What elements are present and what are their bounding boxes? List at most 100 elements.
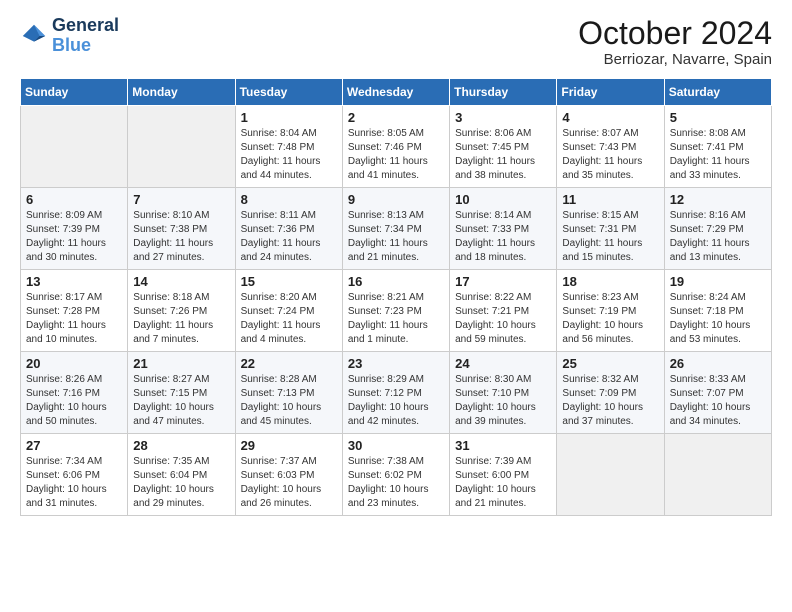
header: General Blue October 2024 Berriozar, Nav… (20, 16, 772, 68)
calendar-cell: 20 Sunrise: 8:26 AM Sunset: 7:16 PM Dayli… (21, 352, 128, 434)
logo-text: General Blue (52, 16, 119, 56)
calendar-cell: 19 Sunrise: 8:24 AM Sunset: 7:18 PM Dayli… (664, 270, 771, 352)
day-info: Sunrise: 7:39 AM Sunset: 6:00 PM Dayligh… (455, 455, 551, 511)
calendar-cell: 16 Sunrise: 8:21 AM Sunset: 7:23 PM Dayli… (342, 270, 449, 352)
day-info: Sunrise: 8:10 AM Sunset: 7:38 PM Dayligh… (133, 209, 229, 265)
day-info: Sunrise: 8:24 AM Sunset: 7:18 PM Dayligh… (670, 291, 766, 347)
calendar-cell: 21Sunrise: 8:27 AM Sunset: 7:15 PM Dayli… (128, 352, 235, 434)
day-number: 29 (241, 438, 337, 453)
calendar-table: SundayMondayTuesdayWednesdayThursdayFrid… (20, 78, 772, 516)
logo-line1: General (52, 16, 119, 36)
day-info: Sunrise: 7:37 AM Sunset: 6:03 PM Dayligh… (241, 455, 337, 511)
day-number: 17 (455, 274, 551, 289)
day-info: Sunrise: 8:20 AM Sunset: 7:24 PM Dayligh… (241, 291, 337, 347)
day-number: 5 (670, 110, 766, 125)
calendar-row-0: 1 Sunrise: 8:04 AM Sunset: 7:48 PM Daylig… (21, 106, 772, 188)
calendar-cell: 14 Sunrise: 8:18 AM Sunset: 7:26 PM Dayli… (128, 270, 235, 352)
day-info: Sunrise: 8:22 AM Sunset: 7:21 PM Dayligh… (455, 291, 551, 347)
header-cell-friday: Friday (557, 79, 664, 106)
day-info: Sunrise: 8:28 AM Sunset: 7:13 PM Dayligh… (241, 373, 337, 429)
day-number: 16 (348, 274, 444, 289)
calendar-cell: 2Sunrise: 8:05 AM Sunset: 7:46 PM Daylig… (342, 106, 449, 188)
calendar-cell: 12 Sunrise: 8:16 AM Sunset: 7:29 PM Dayli… (664, 188, 771, 270)
day-number: 18 (562, 274, 658, 289)
calendar-row-4: 27Sunrise: 7:34 AM Sunset: 6:06 PM Dayli… (21, 434, 772, 516)
day-info: Sunrise: 8:32 AM Sunset: 7:09 PM Dayligh… (562, 373, 658, 429)
day-info: Sunrise: 8:16 AM Sunset: 7:29 PM Dayligh… (670, 209, 766, 265)
calendar-cell: 31 Sunrise: 7:39 AM Sunset: 6:00 PM Dayli… (450, 434, 557, 516)
calendar-cell (21, 106, 128, 188)
day-number: 21 (133, 356, 229, 371)
day-info: Sunrise: 8:04 AM Sunset: 7:48 PM Dayligh… (241, 127, 337, 183)
day-info: Sunrise: 8:13 AM Sunset: 7:34 PM Dayligh… (348, 209, 444, 265)
day-number: 19 (670, 274, 766, 289)
day-info: Sunrise: 8:05 AM Sunset: 7:46 PM Dayligh… (348, 127, 444, 183)
calendar-cell: 6 Sunrise: 8:09 AM Sunset: 7:39 PM Daylig… (21, 188, 128, 270)
calendar-cell: 30Sunrise: 7:38 AM Sunset: 6:02 PM Dayli… (342, 434, 449, 516)
calendar-cell: 25 Sunrise: 8:32 AM Sunset: 7:09 PM Dayli… (557, 352, 664, 434)
calendar-cell: 11 Sunrise: 8:15 AM Sunset: 7:31 PM Dayli… (557, 188, 664, 270)
calendar-cell (557, 434, 664, 516)
header-row: SundayMondayTuesdayWednesdayThursdayFrid… (21, 79, 772, 106)
day-number: 15 (241, 274, 337, 289)
day-number: 28 (133, 438, 229, 453)
day-number: 14 (133, 274, 229, 289)
day-info: Sunrise: 8:23 AM Sunset: 7:19 PM Dayligh… (562, 291, 658, 347)
day-number: 12 (670, 192, 766, 207)
header-cell-thursday: Thursday (450, 79, 557, 106)
day-number: 7 (133, 192, 229, 207)
calendar-cell: 17 Sunrise: 8:22 AM Sunset: 7:21 PM Dayli… (450, 270, 557, 352)
calendar-cell: 15 Sunrise: 8:20 AM Sunset: 7:24 PM Dayli… (235, 270, 342, 352)
day-number: 1 (241, 110, 337, 125)
calendar-row-1: 6 Sunrise: 8:09 AM Sunset: 7:39 PM Daylig… (21, 188, 772, 270)
logo-icon (20, 22, 48, 50)
header-cell-sunday: Sunday (21, 79, 128, 106)
calendar-body: 1 Sunrise: 8:04 AM Sunset: 7:48 PM Daylig… (21, 106, 772, 516)
day-info: Sunrise: 8:09 AM Sunset: 7:39 PM Dayligh… (26, 209, 122, 265)
day-number: 20 (26, 356, 122, 371)
day-number: 23 (348, 356, 444, 371)
day-number: 30 (348, 438, 444, 453)
day-info: Sunrise: 8:08 AM Sunset: 7:41 PM Dayligh… (670, 127, 766, 183)
day-number: 13 (26, 274, 122, 289)
day-info: Sunrise: 8:07 AM Sunset: 7:43 PM Dayligh… (562, 127, 658, 183)
day-number: 8 (241, 192, 337, 207)
day-info: Sunrise: 8:15 AM Sunset: 7:31 PM Dayligh… (562, 209, 658, 265)
day-info: Sunrise: 8:18 AM Sunset: 7:26 PM Dayligh… (133, 291, 229, 347)
day-info: Sunrise: 8:30 AM Sunset: 7:10 PM Dayligh… (455, 373, 551, 429)
header-cell-wednesday: Wednesday (342, 79, 449, 106)
day-info: Sunrise: 8:33 AM Sunset: 7:07 PM Dayligh… (670, 373, 766, 429)
day-info: Sunrise: 8:21 AM Sunset: 7:23 PM Dayligh… (348, 291, 444, 347)
day-number: 22 (241, 356, 337, 371)
header-cell-saturday: Saturday (664, 79, 771, 106)
calendar-cell: 26Sunrise: 8:33 AM Sunset: 7:07 PM Dayli… (664, 352, 771, 434)
day-info: Sunrise: 8:29 AM Sunset: 7:12 PM Dayligh… (348, 373, 444, 429)
calendar-cell: 9Sunrise: 8:13 AM Sunset: 7:34 PM Daylig… (342, 188, 449, 270)
calendar-cell (664, 434, 771, 516)
header-cell-monday: Monday (128, 79, 235, 106)
calendar-cell: 13 Sunrise: 8:17 AM Sunset: 7:28 PM Dayli… (21, 270, 128, 352)
day-info: Sunrise: 8:17 AM Sunset: 7:28 PM Dayligh… (26, 291, 122, 347)
day-info: Sunrise: 8:26 AM Sunset: 7:16 PM Dayligh… (26, 373, 122, 429)
calendar-cell (128, 106, 235, 188)
day-info: Sunrise: 8:11 AM Sunset: 7:36 PM Dayligh… (241, 209, 337, 265)
calendar-header: SundayMondayTuesdayWednesdayThursdayFrid… (21, 79, 772, 106)
calendar-row-2: 13 Sunrise: 8:17 AM Sunset: 7:28 PM Dayli… (21, 270, 772, 352)
day-info: Sunrise: 7:34 AM Sunset: 6:06 PM Dayligh… (26, 455, 122, 511)
title-section: October 2024 Berriozar, Navarre, Spain (578, 16, 772, 68)
calendar-cell: 1 Sunrise: 8:04 AM Sunset: 7:48 PM Daylig… (235, 106, 342, 188)
calendar-cell: 4 Sunrise: 8:07 AM Sunset: 7:43 PM Daylig… (557, 106, 664, 188)
page: General Blue October 2024 Berriozar, Nav… (0, 0, 792, 612)
day-number: 11 (562, 192, 658, 207)
header-cell-tuesday: Tuesday (235, 79, 342, 106)
main-title: October 2024 (578, 16, 772, 51)
day-number: 4 (562, 110, 658, 125)
day-number: 6 (26, 192, 122, 207)
day-number: 31 (455, 438, 551, 453)
calendar-cell: 8 Sunrise: 8:11 AM Sunset: 7:36 PM Daylig… (235, 188, 342, 270)
calendar-cell: 29 Sunrise: 7:37 AM Sunset: 6:03 PM Dayli… (235, 434, 342, 516)
calendar-cell: 3Sunrise: 8:06 AM Sunset: 7:45 PM Daylig… (450, 106, 557, 188)
day-number: 25 (562, 356, 658, 371)
day-info: Sunrise: 8:14 AM Sunset: 7:33 PM Dayligh… (455, 209, 551, 265)
day-number: 3 (455, 110, 551, 125)
